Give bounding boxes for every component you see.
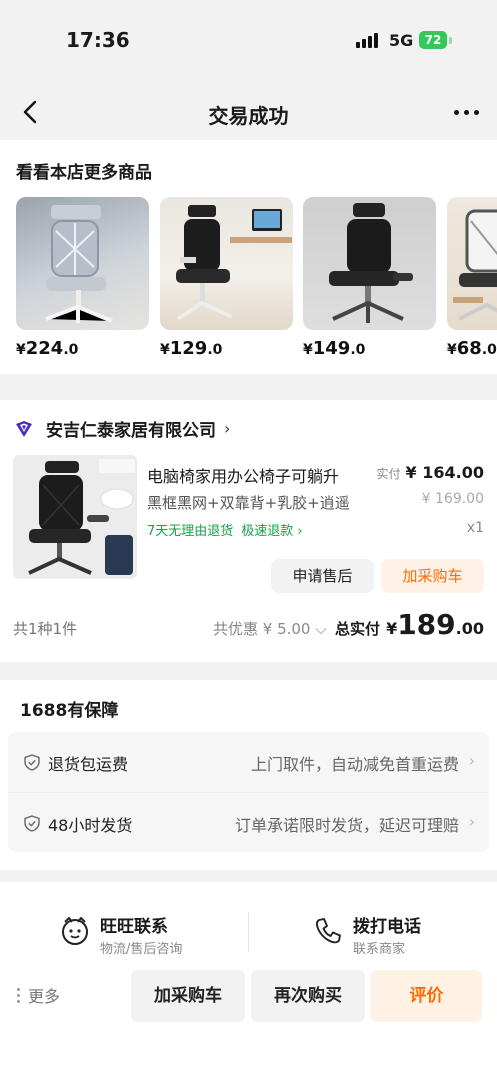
guarantee-row[interactable]: 48小时发货 订单承诺限时发货，延迟可理赔 › [8, 792, 489, 852]
status-bar: 17:36 5G 72 [0, 0, 497, 80]
tag-return: 7天无理由退货 [147, 524, 234, 539]
chevron-down-icon: ⌵ [310, 620, 327, 638]
vertical-dots-icon [17, 987, 20, 1003]
shop-name: 安吉仁泰家居有限公司 [46, 421, 216, 441]
recommend-title: 看看本店更多商品 [16, 163, 152, 183]
chevron-right-icon: › [293, 524, 303, 539]
network-label: 5G [389, 31, 414, 50]
more-label: 更多 [28, 987, 61, 1006]
guarantee-desc: 订单承诺限时发货，延迟可理赔 [234, 816, 459, 835]
product-thumbnail [16, 197, 149, 330]
service-tags[interactable]: 7天无理由退货 极速退款 › [147, 520, 303, 539]
chevron-right-icon: › [468, 751, 475, 770]
review-button[interactable]: 评价 [371, 970, 482, 1022]
more-options-icon[interactable] [454, 110, 479, 115]
guarantee-label: 48小时发货 [48, 816, 133, 835]
store-recommend-section: 看看本店更多商品 ¥224.0 ¥129.0 ¥149.0 ¥68.0 [0, 140, 497, 374]
quantity: x1 [466, 520, 484, 536]
recommend-price: ¥129.0 [160, 338, 223, 359]
wangwang-contact-button[interactable]: 旺旺联系 物流/售后咨询 [60, 900, 240, 970]
paid-price: 实付 ¥ 164.00 [377, 463, 484, 482]
battery-tip [449, 37, 452, 44]
battery-icon: 72 [419, 31, 447, 49]
summary-discount[interactable]: 共优惠 ¥ 5.00 ⌵ [213, 618, 327, 639]
product-title[interactable]: 电脑椅家用办公椅子可躺升 [147, 463, 377, 487]
more-button[interactable]: 更多 [17, 983, 60, 1007]
paid-label: 实付 [376, 467, 401, 481]
product-image[interactable] [13, 455, 137, 579]
product-thumbnail [160, 197, 293, 330]
guarantee-row[interactable]: 退货包运费 上门取件，自动减免首重运费 › [8, 732, 489, 792]
shop-logo-icon [16, 420, 32, 437]
tag-refund: 极速退款 [241, 524, 294, 539]
recommend-item[interactable]: ¥149.0 [303, 197, 436, 359]
signal-icon [356, 33, 378, 48]
recommend-item[interactable]: ¥224.0 [16, 197, 149, 359]
guarantee-list: 退货包运费 上门取件，自动减免首重运费 › 48小时发货 订单承诺限时发货，延迟… [8, 732, 489, 852]
recommend-item[interactable]: ¥129.0 [160, 197, 293, 359]
status-time: 17:36 [66, 28, 130, 52]
recommend-price: ¥149.0 [303, 338, 366, 359]
page-title: 交易成功 [208, 104, 289, 128]
shield-check-icon [24, 815, 40, 832]
product-thumbnail [303, 197, 436, 330]
phone-icon [315, 918, 341, 944]
recommend-price: ¥68.0 [447, 338, 497, 359]
guarantee-section: 1688有保障 退货包运费 上门取件，自动减免首重运费 › 48小时发货 订单承… [0, 680, 497, 870]
chat-face-icon [62, 917, 88, 945]
add-to-cart-button[interactable]: 加采购车 [381, 559, 484, 593]
recommend-item[interactable]: ¥68.0 [447, 197, 497, 359]
bottom-action-bar: 旺旺联系 物流/售后咨询 拨打电话 联系商家 更多 加采购车 再次购买 评价 [0, 882, 497, 1080]
chevron-right-icon: › [468, 812, 475, 831]
order-card: 安吉仁泰家居有限公司 › 电脑椅家用办公椅子可躺升 黑框黑网+双靠背+乳胶+逍遥… [0, 400, 497, 662]
guarantee-label: 退货包运费 [48, 755, 129, 774]
buy-again-button[interactable]: 再次购买 [251, 970, 365, 1022]
guarantee-desc: 上门取件，自动减免首重运费 [250, 755, 459, 774]
phone-subtitle: 联系商家 [353, 942, 406, 957]
wangwang-subtitle: 物流/售后咨询 [100, 942, 183, 957]
shop-link[interactable]: 安吉仁泰家居有限公司 › [14, 416, 230, 441]
add-to-cart-button[interactable]: 加采购车 [131, 970, 245, 1022]
product-thumbnail [447, 197, 497, 330]
summary-count: 共1种1件 [13, 620, 78, 638]
summary-total: 总实付 ¥ 189 .00 [335, 608, 484, 641]
original-price: ¥ 169.00 [421, 491, 484, 507]
call-merchant-button[interactable]: 拨打电话 联系商家 [313, 900, 463, 970]
guarantee-title: 1688有保障 [20, 701, 119, 721]
wangwang-title: 旺旺联系 [100, 917, 168, 937]
paid-value: ¥ 164.00 [405, 463, 484, 482]
recommend-price: ¥224.0 [16, 338, 79, 359]
nav-bar: 交易成功 [0, 84, 497, 140]
shield-check-icon [24, 754, 40, 771]
divider [248, 912, 249, 952]
chevron-right-icon: › [224, 419, 231, 438]
after-sale-button[interactable]: 申请售后 [271, 559, 374, 593]
phone-title: 拨打电话 [353, 917, 421, 937]
product-spec: 黑框黑网+双靠背+乳胶+逍遥 [147, 494, 350, 512]
